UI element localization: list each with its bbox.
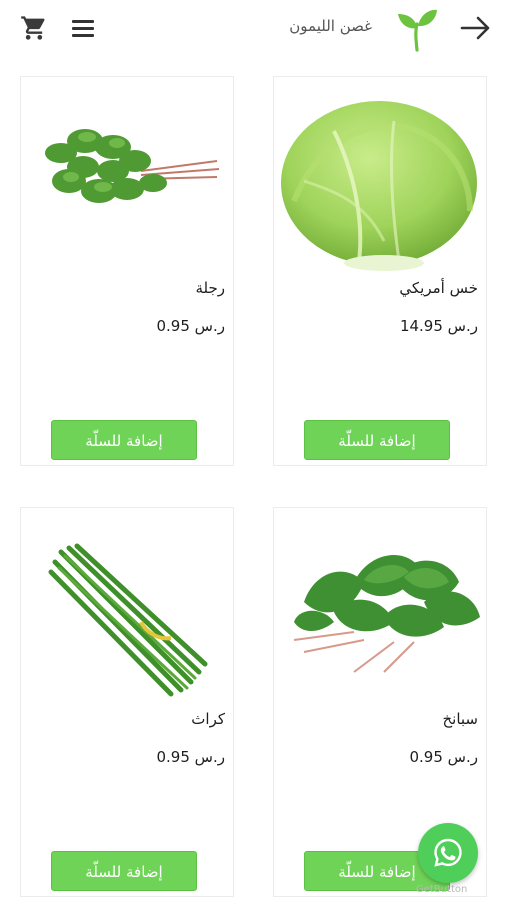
iceberg-lettuce-image (274, 91, 488, 281)
add-to-cart-button[interactable]: إضافة للسلّة (304, 420, 450, 460)
product-name: سبانخ (442, 710, 478, 728)
whatsapp-button[interactable] (418, 823, 478, 883)
product-name: كراث (191, 710, 225, 728)
add-to-cart-button[interactable]: إضافة للسلّة (51, 420, 197, 460)
whatsapp-icon (434, 838, 462, 867)
product-price: ر.س 0.95 (156, 748, 226, 766)
leek-image (21, 522, 235, 712)
product-price: ر.س 14.95 (399, 317, 478, 335)
add-to-cart-button[interactable]: إضافة للسلّة (51, 851, 197, 891)
cart-icon[interactable] (20, 14, 48, 42)
product-name: خس أمريكي (399, 279, 478, 297)
arrow-right-icon[interactable] (458, 12, 492, 44)
sprout-logo-icon (396, 6, 440, 52)
product-card[interactable]: رجلة ر.س 0.95 إضافة للسلّة (20, 76, 234, 466)
brand-name: غصن الليمون (289, 17, 372, 35)
getbutton-badge: GetButton (416, 884, 468, 895)
product-card[interactable]: خس أمريكي ر.س 14.95 إضافة للسلّة (273, 76, 487, 466)
product-price: ر.س 0.95 (156, 317, 226, 335)
hamburger-menu-icon[interactable] (70, 17, 96, 39)
product-card[interactable]: كراث ر.س 0.95 إضافة للسلّة (20, 507, 234, 897)
product-name: رجلة (195, 279, 225, 297)
product-price: ر.س 0.95 (409, 748, 479, 766)
purslane-image (21, 91, 235, 281)
spinach-image (274, 522, 488, 712)
